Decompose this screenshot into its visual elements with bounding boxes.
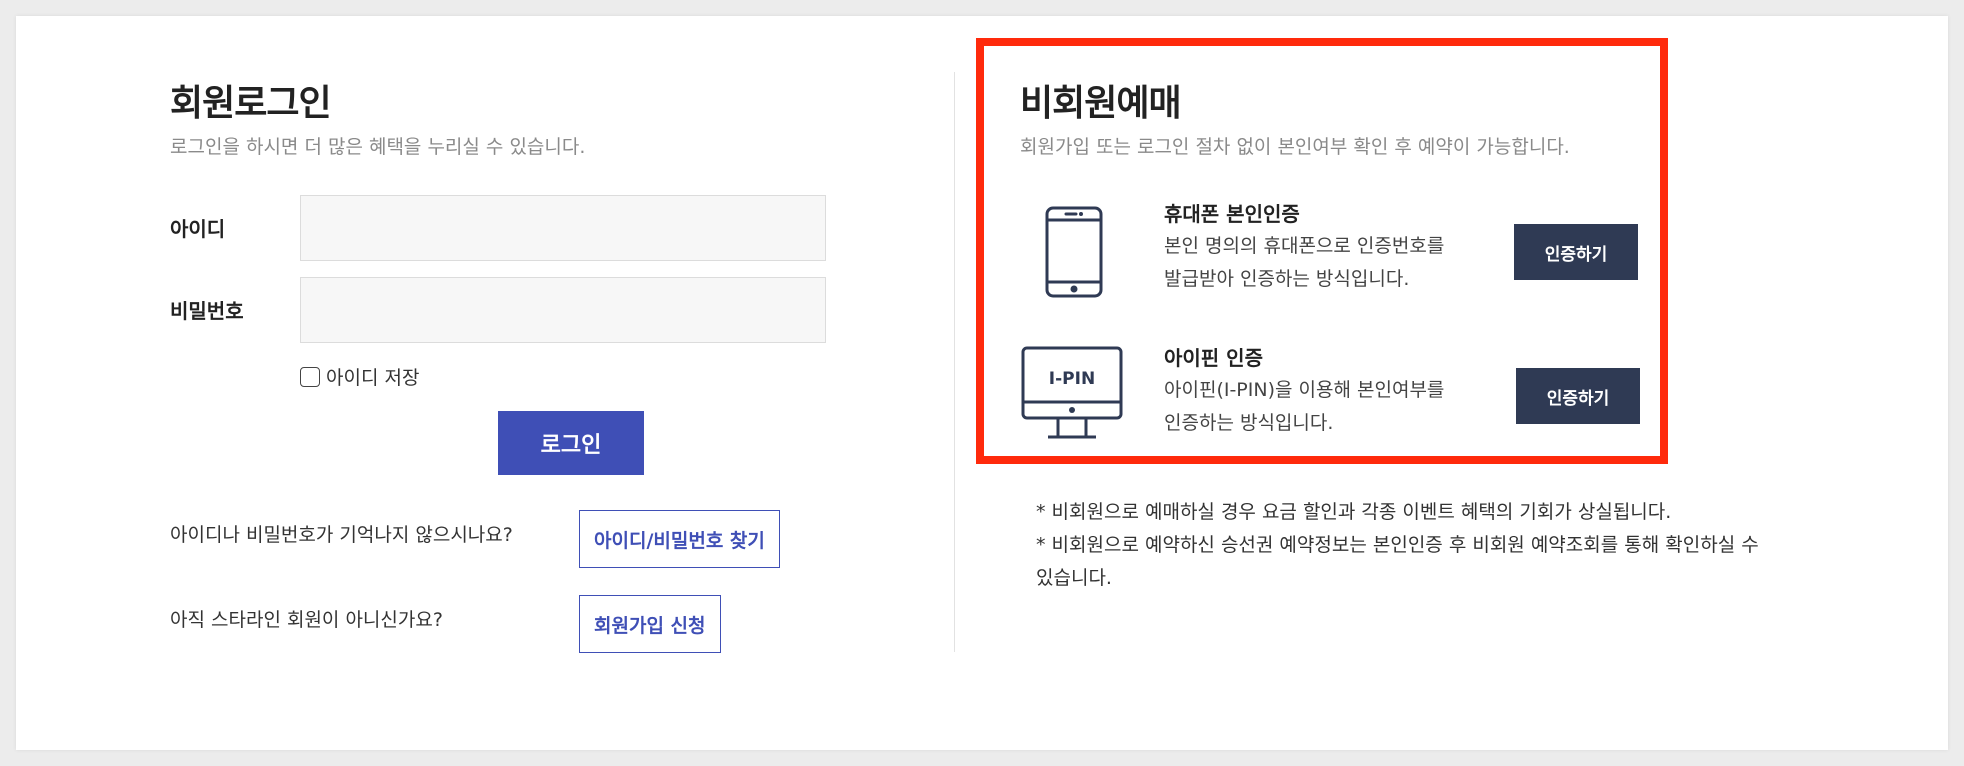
- phone-auth-text: 휴대폰 본인인증 본인 명의의 휴대폰으로 인증번호를 발급받아 인증하는 방식…: [1164, 200, 1504, 296]
- ipin-auth-desc-2: 인증하는 방식입니다.: [1164, 412, 1334, 434]
- id-input[interactable]: [300, 195, 826, 261]
- note-line: 있습니다.: [1036, 567, 1112, 589]
- password-row: 비밀번호: [170, 277, 870, 343]
- save-id-label: 아이디 저장: [326, 367, 420, 389]
- ipin-auth-desc-1: 아이핀(I-PIN)을 이용해 본인여부를: [1164, 379, 1445, 401]
- ipin-icon-text: I-PIN: [1049, 369, 1095, 389]
- section-divider: [954, 72, 955, 652]
- ipin-auth-item: I-PIN 아이핀 인증 아이핀(I-PIN)을 이용해 본인여부를 인증하는 …: [1020, 344, 1660, 454]
- smartphone-icon: [1045, 206, 1103, 298]
- signup-question: 아직 스타라인 회원이 아니신가요?: [170, 609, 443, 631]
- password-input[interactable]: [300, 277, 826, 343]
- nonmember-title: 비회원예매: [1020, 83, 1182, 124]
- id-row: 아이디: [170, 195, 870, 261]
- phone-auth-desc-1: 본인 명의의 휴대폰으로 인증번호를: [1164, 235, 1445, 257]
- ipin-monitor-icon: I-PIN: [1021, 346, 1123, 439]
- save-id-checkbox[interactable]: [300, 366, 320, 387]
- login-subtitle: 로그인을 하시면 더 많은 혜택을 누리실 수 있습니다.: [170, 136, 586, 158]
- find-id-password-button[interactable]: 아이디/비밀번호 찾기: [579, 510, 780, 568]
- ipin-auth-title: 아이핀 인증: [1164, 346, 1263, 370]
- login-title: 회원로그인: [170, 83, 332, 124]
- login-card: 회원로그인 로그인을 하시면 더 많은 혜택을 누리실 수 있습니다. 아이디 …: [16, 16, 1948, 750]
- phone-auth-button[interactable]: 인증하기: [1514, 224, 1638, 280]
- password-label: 비밀번호: [170, 299, 244, 323]
- phone-auth-desc-2: 발급받아 인증하는 방식입니다.: [1164, 268, 1410, 290]
- note-line: * 비회원으로 예매하실 경우 요금 할인과 각종 이벤트 혜택의 기회가 상실…: [1036, 501, 1672, 523]
- login-button[interactable]: 로그인: [498, 411, 644, 475]
- nonmember-subtitle: 회원가입 또는 로그인 절차 없이 본인여부 확인 후 예약이 가능합니다.: [1020, 136, 1570, 158]
- nonmember-notes: * 비회원으로 예매하실 경우 요금 할인과 각종 이벤트 혜택의 기회가 상실…: [1036, 496, 1876, 595]
- ipin-auth-button[interactable]: 인증하기: [1516, 368, 1640, 424]
- save-id-option[interactable]: 아이디 저장: [300, 363, 419, 390]
- id-label: 아이디: [170, 217, 226, 241]
- signup-button[interactable]: 회원가입 신청: [579, 595, 721, 653]
- phone-auth-item: 휴대폰 본인인증 본인 명의의 휴대폰으로 인증번호를 발급받아 인증하는 방식…: [1020, 200, 1660, 310]
- phone-auth-title: 휴대폰 본인인증: [1164, 202, 1300, 226]
- ipin-auth-text: 아이핀 인증 아이핀(I-PIN)을 이용해 본인여부를 인증하는 방식입니다.: [1164, 344, 1504, 440]
- note-line: * 비회원으로 예약하신 승선권 예약정보는 본인인증 후 비회원 예약조회를 …: [1036, 534, 1759, 556]
- nonmember-booking-section: 비회원예매 회원가입 또는 로그인 절차 없이 본인여부 확인 후 예약이 가능…: [1020, 80, 1660, 439]
- forgot-question: 아이디나 비밀번호가 기억나지 않으시나요?: [170, 524, 513, 546]
- member-login-section: 회원로그인 로그인을 하시면 더 많은 혜택을 누리실 수 있습니다. 아이디 …: [170, 80, 870, 653]
